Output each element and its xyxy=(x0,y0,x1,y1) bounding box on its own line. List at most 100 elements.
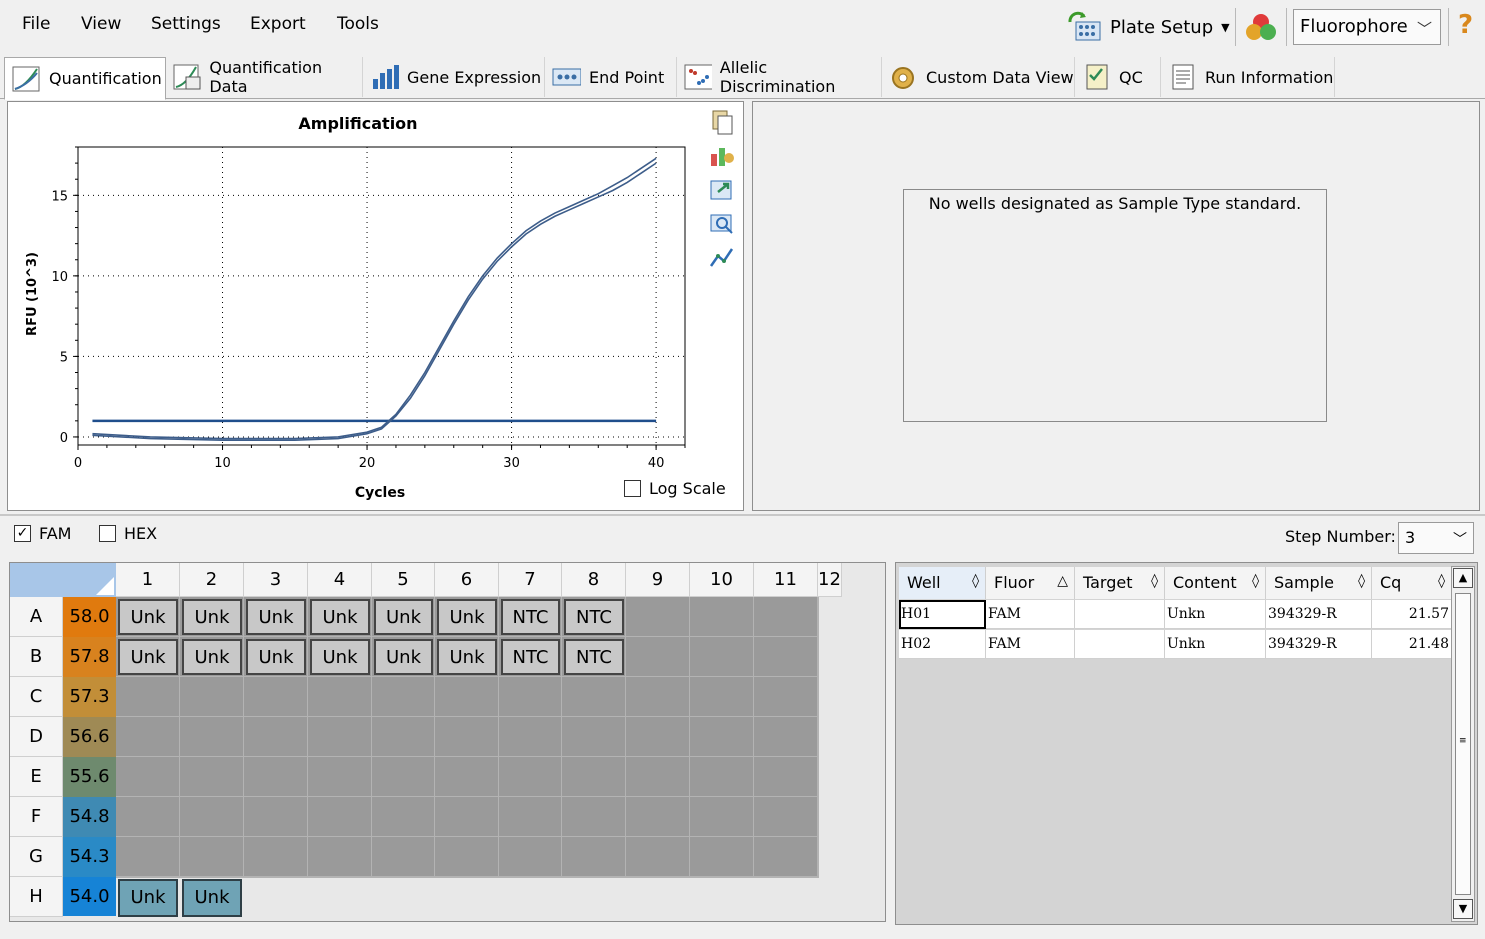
export-icon[interactable] xyxy=(708,176,736,204)
well[interactable] xyxy=(499,757,562,797)
row-header[interactable]: F xyxy=(10,797,63,837)
sort-icon[interactable]: △ xyxy=(1057,573,1068,589)
well[interactable] xyxy=(626,677,690,717)
column-header-cq[interactable]: Cq ◊ xyxy=(1372,567,1452,599)
table-cell[interactable]: Unkn xyxy=(1165,630,1266,659)
well-content[interactable]: Unk xyxy=(374,639,433,675)
well[interactable] xyxy=(754,597,818,637)
row-header[interactable]: C xyxy=(10,677,63,717)
well[interactable] xyxy=(626,637,690,677)
well[interactable] xyxy=(754,837,818,877)
tab-end-point[interactable]: End Point xyxy=(545,57,677,97)
tab-allelic-discrimination[interactable]: Allelic Discrimination xyxy=(677,57,882,97)
well[interactable] xyxy=(435,837,499,877)
well[interactable] xyxy=(116,837,180,877)
fluorophore-select[interactable]: Fluorophore ﹀ xyxy=(1293,9,1441,45)
column-header[interactable]: 12 xyxy=(818,563,842,597)
well[interactable] xyxy=(435,677,499,717)
well-content[interactable]: NTC xyxy=(564,599,624,635)
column-header-well[interactable]: Well ◊ xyxy=(899,567,986,599)
column-header[interactable]: 7 xyxy=(499,563,562,597)
column-header[interactable]: 3 xyxy=(244,563,308,597)
column-header-target[interactable]: Target ◊ xyxy=(1075,567,1165,599)
row-header[interactable]: E xyxy=(10,757,63,797)
well[interactable] xyxy=(180,717,244,757)
well[interactable] xyxy=(754,757,818,797)
well[interactable] xyxy=(308,717,372,757)
well[interactable] xyxy=(690,757,754,797)
well-content[interactable]: NTC xyxy=(564,639,624,675)
column-header-sample[interactable]: Sample ◊ xyxy=(1266,567,1372,599)
well[interactable] xyxy=(626,797,690,837)
column-header[interactable]: 9 xyxy=(626,563,690,597)
well[interactable] xyxy=(116,717,180,757)
well[interactable] xyxy=(180,877,244,878)
well-content[interactable]: Unk xyxy=(118,639,178,675)
well[interactable] xyxy=(562,677,626,717)
step-number-select[interactable]: 3 ﹀ xyxy=(1398,522,1474,554)
column-header[interactable]: 5 xyxy=(372,563,435,597)
well-content[interactable]: Unk xyxy=(310,599,370,635)
well[interactable] xyxy=(690,797,754,837)
row-header[interactable]: H xyxy=(10,877,63,917)
table-cell[interactable]: Unkn xyxy=(1165,600,1266,629)
well[interactable] xyxy=(499,877,562,878)
well[interactable] xyxy=(308,757,372,797)
well[interactable] xyxy=(690,877,754,878)
well[interactable] xyxy=(244,677,308,717)
table-cell[interactable]: 394329-R xyxy=(1266,600,1372,629)
table-cell[interactable]: H02 xyxy=(899,630,986,659)
well[interactable] xyxy=(372,837,435,877)
well[interactable] xyxy=(372,677,435,717)
well[interactable] xyxy=(754,717,818,757)
tab-custom-data-view[interactable]: Custom Data View xyxy=(882,57,1075,97)
well[interactable] xyxy=(562,797,626,837)
well-content[interactable]: Unk xyxy=(118,599,178,635)
well[interactable] xyxy=(372,797,435,837)
plate-corner[interactable] xyxy=(10,563,116,597)
well[interactable] xyxy=(180,837,244,877)
column-header[interactable]: 10 xyxy=(690,563,754,597)
well[interactable] xyxy=(690,717,754,757)
well[interactable] xyxy=(308,877,372,878)
menu-view[interactable]: View xyxy=(81,14,121,34)
well[interactable] xyxy=(626,717,690,757)
well[interactable] xyxy=(562,837,626,877)
well[interactable] xyxy=(690,837,754,877)
well-content[interactable]: Unk xyxy=(182,599,242,635)
table-cell[interactable]: 21.48 xyxy=(1372,630,1452,659)
well-content[interactable]: Unk xyxy=(437,599,497,635)
table-cell[interactable] xyxy=(1075,600,1165,629)
table-cell[interactable] xyxy=(1075,630,1165,659)
column-header[interactable]: 4 xyxy=(308,563,372,597)
well-content[interactable]: Unk xyxy=(246,639,306,675)
table-cell[interactable]: FAM xyxy=(986,630,1075,659)
sort-icon[interactable]: ◊ xyxy=(1252,573,1259,589)
table-scrollbar[interactable]: ▲ ≡ ▼ xyxy=(1451,566,1475,922)
column-header[interactable]: 1 xyxy=(116,563,180,597)
well[interactable] xyxy=(690,677,754,717)
well[interactable] xyxy=(562,757,626,797)
well[interactable] xyxy=(690,637,754,677)
sort-icon[interactable]: ◊ xyxy=(1438,573,1445,589)
color-balls-icon[interactable] xyxy=(1242,10,1280,44)
well[interactable] xyxy=(435,757,499,797)
scroll-up-icon[interactable]: ▲ xyxy=(1453,568,1473,588)
well[interactable] xyxy=(308,797,372,837)
scroll-thumb[interactable]: ≡ xyxy=(1455,593,1471,895)
well-content[interactable]: NTC xyxy=(501,599,560,635)
well[interactable] xyxy=(499,717,562,757)
well-content[interactable]: Unk xyxy=(374,599,433,635)
well[interactable] xyxy=(308,677,372,717)
column-header[interactable]: 2 xyxy=(180,563,244,597)
tab-gene-expression[interactable]: Gene Expression xyxy=(363,57,545,97)
column-header[interactable]: 8 xyxy=(562,563,626,597)
sort-icon[interactable]: ◊ xyxy=(1358,573,1365,589)
plate-setup-button[interactable]: Plate Setup ▼ xyxy=(1066,8,1230,46)
well-content[interactable]: Unk xyxy=(246,599,306,635)
menu-settings[interactable]: Settings xyxy=(151,14,221,34)
well-content[interactable]: Unk xyxy=(118,879,178,917)
well[interactable] xyxy=(690,597,754,637)
column-header-fluor[interactable]: Fluor △ xyxy=(986,567,1075,599)
sort-icon[interactable]: ◊ xyxy=(972,573,979,589)
